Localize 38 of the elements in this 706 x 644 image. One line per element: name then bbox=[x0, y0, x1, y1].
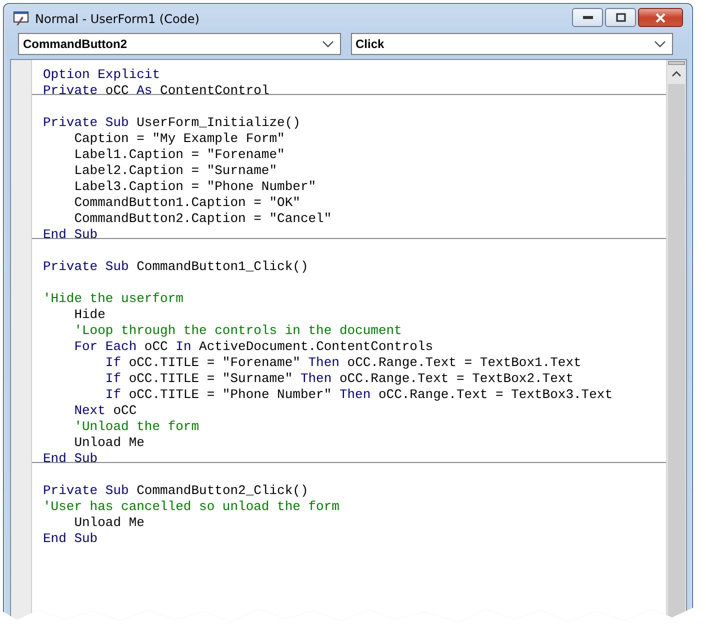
chevron-down-icon bbox=[322, 40, 334, 48]
code-line: Unload Me bbox=[73, 515, 144, 531]
code-line: 'User has cancelled so unload the form bbox=[43, 499, 340, 515]
code-line: Unload Me bbox=[73, 435, 144, 451]
minimize-button[interactable] bbox=[572, 8, 603, 27]
code-line: Private Sub CommandButton2_Click() bbox=[43, 483, 308, 499]
code-line: End Sub bbox=[43, 227, 98, 243]
code-line: Next oCC bbox=[73, 403, 137, 419]
code-line: Option Explicit bbox=[43, 67, 160, 83]
code-line: For Each oCC In ActiveDocument.ContentControls bbox=[73, 339, 434, 355]
close-button[interactable] bbox=[638, 8, 683, 27]
minimize-icon bbox=[582, 16, 592, 20]
object-dropdown[interactable]: CommandButton2 bbox=[18, 33, 340, 55]
code-line: Label2.Caption = "Surname" bbox=[73, 163, 278, 179]
maximize-icon bbox=[616, 13, 626, 22]
code-line: CommandButton2.Caption = "Cancel" bbox=[73, 211, 332, 227]
close-icon bbox=[655, 12, 666, 22]
code-line: End Sub bbox=[43, 451, 98, 467]
code-line: If oCC.TITLE = "Forename" Then oCC.Range.Text = TextBox1.Text bbox=[104, 355, 582, 371]
code-line: If oCC.TITLE = "Phone Number" Then oCC.Range.Text = TextBox3.Text bbox=[104, 387, 613, 403]
code-line: Private oCC As ContentControl bbox=[43, 83, 270, 99]
chevron-down-icon bbox=[654, 40, 666, 48]
maximize-button[interactable] bbox=[605, 8, 636, 27]
code-line: Label1.Caption = "Forename" bbox=[73, 147, 285, 163]
code-line: If oCC.TITLE = "Surname" Then oCC.Range.Text = TextBox2.Text bbox=[104, 371, 574, 387]
code-line: Private Sub CommandButton1_Click() bbox=[43, 259, 308, 275]
code-line: Label3.Caption = "Phone Number" bbox=[73, 179, 316, 195]
code-line: 'Unload the form bbox=[73, 419, 200, 435]
code-line: End Sub bbox=[43, 531, 98, 547]
code-line: Hide bbox=[73, 307, 106, 323]
code-line: Caption = "My Example Form" bbox=[73, 131, 285, 147]
form-icon bbox=[13, 11, 29, 26]
code-line: CommandButton1.Caption = "OK" bbox=[73, 195, 300, 211]
procedure-dropdown[interactable]: Click bbox=[350, 33, 673, 55]
code-line: 'Loop through the controls in the document bbox=[73, 323, 402, 339]
window-title: Normal - UserForm1 (Code) bbox=[35, 12, 200, 26]
code-line: Private Sub UserForm_Initialize() bbox=[43, 115, 300, 131]
code-line: 'Hide the userform bbox=[43, 291, 184, 307]
